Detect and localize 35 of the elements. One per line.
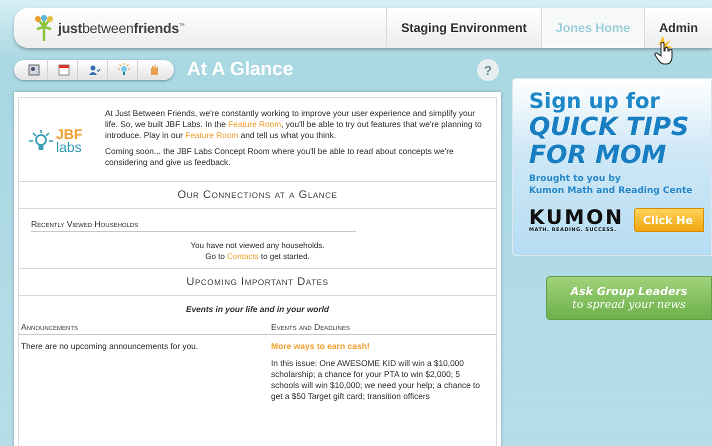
event-title[interactable]: More ways to earn cash! [271, 341, 494, 352]
ad-byline: Brought to you by [529, 173, 622, 185]
feature-room-link[interactable]: Feature Room [185, 130, 238, 140]
ad-headline: Sign up for [529, 89, 661, 113]
column-heading: Announcements [19, 322, 269, 335]
subsection-heading: Recently Viewed Households [31, 219, 356, 232]
contacts-hint: Go to Contacts to get started. [204, 251, 311, 262]
logo-wordmark: justbetweenfriends$^{™}$ [58, 20, 185, 36]
labs-logo-text: JBF labs [56, 128, 82, 154]
ad-headline: FOR MOM [529, 141, 668, 169]
calendar-icon [56, 63, 70, 77]
section-heading: Our Connections at a Glance [19, 182, 496, 209]
ad-headline: QUICK TIPS [529, 113, 690, 141]
nav-tab[interactable]: Jones Home [540, 8, 644, 48]
intro-paragraph: At Just Between Friends, we're constantly working to improve your user experience and simplify your life. So, we built JBF Labs. In the Feature Room, you'll be able to try out features that we're planning to introduce. Play in our Feature Room and tell us what you think. [105, 108, 483, 141]
empty-message: You have not viewed any households. [189, 240, 326, 251]
ask-group-leaders-button[interactable]: Ask Group Leaders to spread your news [546, 276, 712, 320]
person-icon [86, 63, 100, 77]
section-heading: Upcoming Important Dates [19, 269, 496, 296]
page-title: At A Glance [187, 59, 294, 81]
intro-paragraph: Coming soon... the JBF Labs Concept Room where you'll be able to read about concepts we're considering and give us feedback. [105, 146, 455, 168]
lightbulb-icon [116, 63, 130, 77]
column-heading: Events and Deadlines [269, 322, 496, 335]
contacts-link[interactable]: Contacts [227, 252, 259, 261]
logo-icon [34, 15, 54, 41]
lightbulb-icon [29, 130, 53, 152]
feature-room-link[interactable]: Feature Room [228, 119, 282, 129]
brand-logo: KUMON [529, 207, 624, 227]
help-button[interactable]: ? [477, 59, 499, 81]
id-card-icon [26, 63, 40, 77]
ad-byline: Kumon Math and Reading Cente [529, 185, 694, 197]
event-description: In this issue: One AWESOME KID will win a $10,000 scholarship; a chance for your PTA to win $2,000; 5 schools will win $10,000; we need your help; a chance to get a $50 Target gift card; transition officers [271, 358, 481, 402]
section-tagline: Events in your life and in your world [185, 304, 330, 314]
announcements-empty: There are no upcoming announcements for you. [20, 340, 200, 353]
click-button[interactable]: Click He [634, 208, 704, 232]
